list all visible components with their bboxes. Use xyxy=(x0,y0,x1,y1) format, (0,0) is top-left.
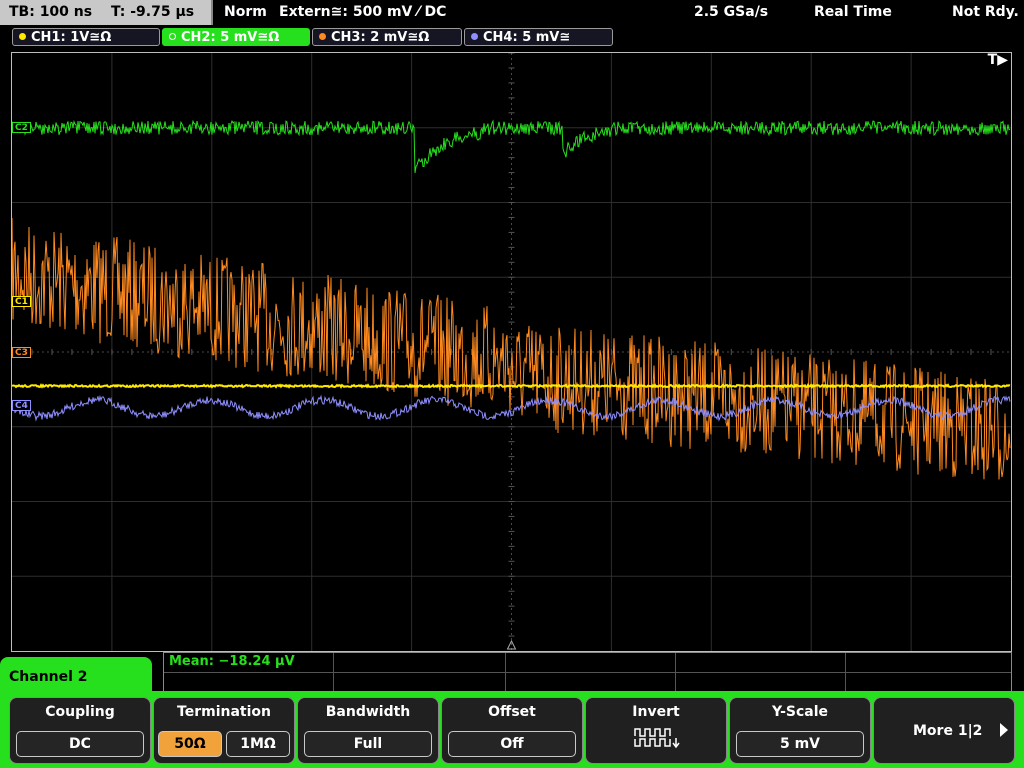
ch2-ground-marker[interactable]: C2 xyxy=(12,122,31,133)
termination-1mohm-option[interactable]: 1MΩ xyxy=(226,731,290,757)
ch3-color-dot xyxy=(319,33,326,40)
bandwidth-title: Bandwidth xyxy=(325,704,411,720)
termination-title: Termination xyxy=(177,704,271,720)
chevron-right-icon xyxy=(1000,723,1008,737)
channel-3-tab[interactable]: CH3: 2 mV≅Ω xyxy=(312,28,462,46)
mean-measurement: Mean: −18.24 µV xyxy=(169,654,295,669)
ch1-label: CH1: 1V≅Ω xyxy=(31,30,112,45)
ch2-color-dot xyxy=(169,33,176,40)
ch3-label: CH3: 2 mV≅Ω xyxy=(331,30,430,45)
menu-title: Channel 2 xyxy=(9,669,88,685)
channel-4-tab[interactable]: CH4: 5 mV≅ xyxy=(464,28,613,46)
trigger-time-value: T: -9.75 µs xyxy=(110,4,195,20)
offset-softkey[interactable]: Offset Off xyxy=(441,697,583,764)
ch1-ground-marker[interactable]: C1 xyxy=(12,296,31,307)
invert-title: Invert xyxy=(632,704,680,720)
termination-50ohm-option[interactable]: 50Ω xyxy=(158,731,222,757)
ch3-ground-marker[interactable]: C3 xyxy=(12,347,31,358)
ch2-label: CH2: 5 mV≅Ω xyxy=(181,30,280,45)
bandwidth-softkey[interactable]: Bandwidth Full xyxy=(297,697,439,764)
timebase-box[interactable]: TB: 100 ns T: -9.75 µs xyxy=(0,0,213,25)
coupling-value[interactable]: DC xyxy=(16,731,144,757)
invert-waveform-icon xyxy=(634,728,680,749)
trigger-position-marker: T▶ xyxy=(987,52,1008,68)
waveform-display[interactable] xyxy=(11,52,1012,652)
channel-2-tab[interactable]: CH2: 5 mV≅Ω xyxy=(162,28,310,46)
yscale-softkey[interactable]: Y-Scale 5 mV xyxy=(729,697,871,764)
waveform-area xyxy=(12,53,1011,651)
termination-softkey[interactable]: Termination 50Ω 1MΩ xyxy=(153,697,295,764)
ch4-ground-marker[interactable]: C4 xyxy=(12,400,31,411)
trigger-source[interactable]: Extern≅: 500 mV ⁄ DC xyxy=(279,0,446,25)
trigger-mode[interactable]: Norm xyxy=(224,0,267,25)
channel-1-tab[interactable]: CH1: 1V≅Ω xyxy=(12,28,160,46)
invert-softkey[interactable]: Invert xyxy=(585,697,727,764)
timebase-value: TB: 100 ns xyxy=(9,4,93,20)
ch4-label: CH4: 5 mV≅ xyxy=(483,30,571,45)
ch4-color-dot xyxy=(471,33,478,40)
offset-title: Offset xyxy=(488,704,536,720)
offset-value[interactable]: Off xyxy=(448,731,576,757)
coupling-softkey[interactable]: Coupling DC xyxy=(9,697,151,764)
acquisition-state: Not Rdy. xyxy=(952,4,1019,20)
yscale-value[interactable]: 5 mV xyxy=(736,731,864,757)
bandwidth-value[interactable]: Full xyxy=(304,731,432,757)
sample-rate: 2.5 GSa/s xyxy=(694,4,769,20)
yscale-title: Y-Scale xyxy=(771,704,828,720)
acquisition-mode: Real Time xyxy=(814,4,892,20)
more-label: More 1|2 xyxy=(913,723,983,739)
ch1-trace xyxy=(12,382,1011,390)
ch1-color-dot xyxy=(19,33,26,40)
coupling-title: Coupling xyxy=(45,704,115,720)
